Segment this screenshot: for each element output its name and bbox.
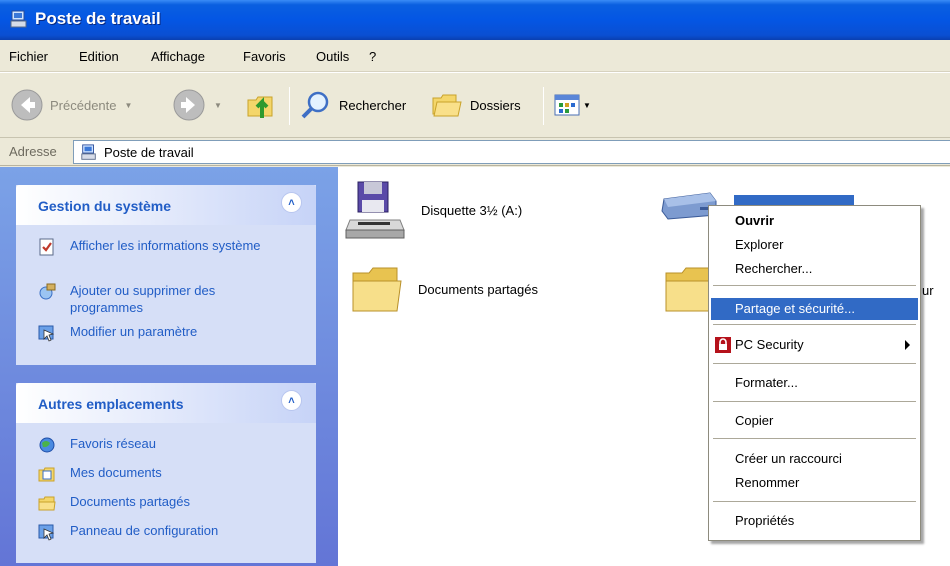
my-computer-icon — [10, 10, 27, 28]
menu-separator — [713, 501, 916, 502]
menu-edition[interactable]: Edition — [79, 49, 119, 64]
my-documents-icon — [38, 467, 55, 482]
menu-item-properties[interactable]: Propriétés — [711, 510, 918, 532]
place-my-documents[interactable]: Mes documents — [38, 464, 280, 483]
menu-separator — [713, 438, 916, 439]
menu-fichier[interactable]: Fichier — [9, 49, 48, 64]
menu-item-pc-security[interactable]: PC Security — [711, 334, 918, 356]
up-folder-button[interactable] — [244, 85, 278, 125]
user-documents-label-partial: ur — [922, 283, 934, 298]
window-title: Poste de travail — [35, 9, 161, 28]
folder-icon — [38, 496, 56, 511]
menu-item-rename[interactable]: Renommer — [711, 472, 918, 494]
back-button[interactable]: Précédente ▼ — [10, 85, 132, 125]
place-shared-documents[interactable]: Documents partagés — [38, 493, 280, 512]
toolbar-separator — [289, 87, 290, 125]
other-places-header[interactable]: Autres emplacements ˄ — [16, 383, 316, 423]
floppy-drive-icon — [345, 181, 405, 239]
context-menu: Ouvrir Explorer Rechercher... Partage et… — [708, 205, 921, 541]
floppy-drive-label: Disquette 3½ (A:) — [421, 202, 523, 218]
system-tasks-panel: Gestion du système ˄ Afficher les inform… — [16, 185, 316, 365]
task-view-system-info[interactable]: Afficher les informations système — [38, 237, 280, 256]
menu-bar: Fichier Edition Affichage Favoris Outils… — [0, 40, 950, 72]
padlock-icon — [715, 337, 731, 353]
other-places-panel: Autres emplacements ˄ Favoris réseau Mes… — [16, 383, 316, 563]
forward-dropdown-icon[interactable]: ▼ — [214, 101, 222, 110]
shared-documents-label: Documents partagés — [418, 281, 538, 297]
menu-item-open[interactable]: Ouvrir — [711, 210, 918, 232]
search-icon — [301, 91, 329, 119]
views-dropdown-icon[interactable]: ▼ — [583, 101, 591, 110]
views-icon — [554, 94, 580, 116]
address-field[interactable]: Poste de travail — [73, 140, 950, 164]
other-places-title: Autres emplacements — [38, 396, 184, 412]
toolbar: Précédente ▼ ▼ Rechercher Dossiers ▼ — [0, 72, 950, 138]
back-label: Précédente — [50, 97, 117, 113]
forward-arrow-icon — [173, 89, 205, 121]
back-arrow-icon — [11, 89, 43, 121]
my-computer-icon — [81, 144, 96, 160]
folders-button[interactable]: Dossiers — [430, 85, 521, 125]
search-label: Rechercher — [339, 97, 407, 113]
menu-item-search[interactable]: Rechercher... — [711, 258, 918, 280]
menu-item-copy[interactable]: Copier — [711, 410, 918, 432]
menu-item-create-shortcut[interactable]: Créer un raccourci — [711, 448, 918, 470]
task-add-remove-programs[interactable]: Ajouter ou supprimer des programmes — [38, 282, 280, 316]
floppy-drive-item[interactable]: Disquette 3½ (A:) — [344, 178, 522, 242]
address-bar: Adresse Poste de travail — [0, 138, 950, 166]
folders-label: Dossiers — [470, 97, 521, 113]
menu-separator — [713, 363, 916, 364]
place-network-favorites[interactable]: Favoris réseau — [38, 435, 280, 454]
toolbar-separator — [543, 87, 544, 125]
system-info-icon — [39, 238, 54, 256]
control-panel-icon — [38, 325, 55, 342]
search-button[interactable]: Rechercher — [299, 85, 406, 125]
menu-separator — [713, 324, 916, 325]
address-value: Poste de travail — [104, 145, 194, 160]
add-remove-programs-icon — [39, 283, 56, 300]
network-icon — [39, 437, 55, 453]
up-folder-icon — [247, 96, 273, 118]
views-button[interactable]: ▼ — [553, 85, 591, 125]
system-tasks-header[interactable]: Gestion du système ˄ — [16, 185, 316, 225]
shared-documents-item[interactable]: Documents partagés — [349, 261, 538, 317]
system-tasks-title: Gestion du système — [38, 198, 172, 214]
menu-separator — [713, 401, 916, 402]
folders-icon — [432, 94, 462, 117]
control-panel-icon — [38, 524, 55, 541]
task-change-setting[interactable]: Modifier un paramètre — [38, 323, 280, 342]
address-label: Adresse — [9, 144, 57, 159]
forward-button[interactable]: ▼ — [172, 85, 222, 125]
collapse-chevron-icon[interactable]: ˄ — [281, 390, 302, 411]
collapse-chevron-icon[interactable]: ˄ — [281, 192, 302, 213]
menu-outils[interactable]: Outils — [316, 49, 349, 64]
submenu-arrow-icon — [905, 340, 910, 350]
menu-favoris[interactable]: Favoris — [243, 49, 286, 64]
menu-affichage[interactable]: Affichage — [151, 49, 205, 64]
menu-separator — [713, 285, 916, 286]
folder-icon — [352, 267, 402, 312]
title-bar: Poste de travail — [0, 0, 950, 40]
menu-help[interactable]: ? — [369, 49, 376, 64]
menu-item-explore[interactable]: Explorer — [711, 234, 918, 256]
task-pane: Gestion du système ˄ Afficher les inform… — [0, 167, 338, 566]
place-control-panel[interactable]: Panneau de configuration — [38, 522, 280, 541]
back-dropdown-icon[interactable]: ▼ — [125, 101, 133, 110]
menu-item-sharing-security[interactable]: Partage et sécurité... — [711, 298, 918, 320]
menu-item-format[interactable]: Formater... — [711, 372, 918, 394]
